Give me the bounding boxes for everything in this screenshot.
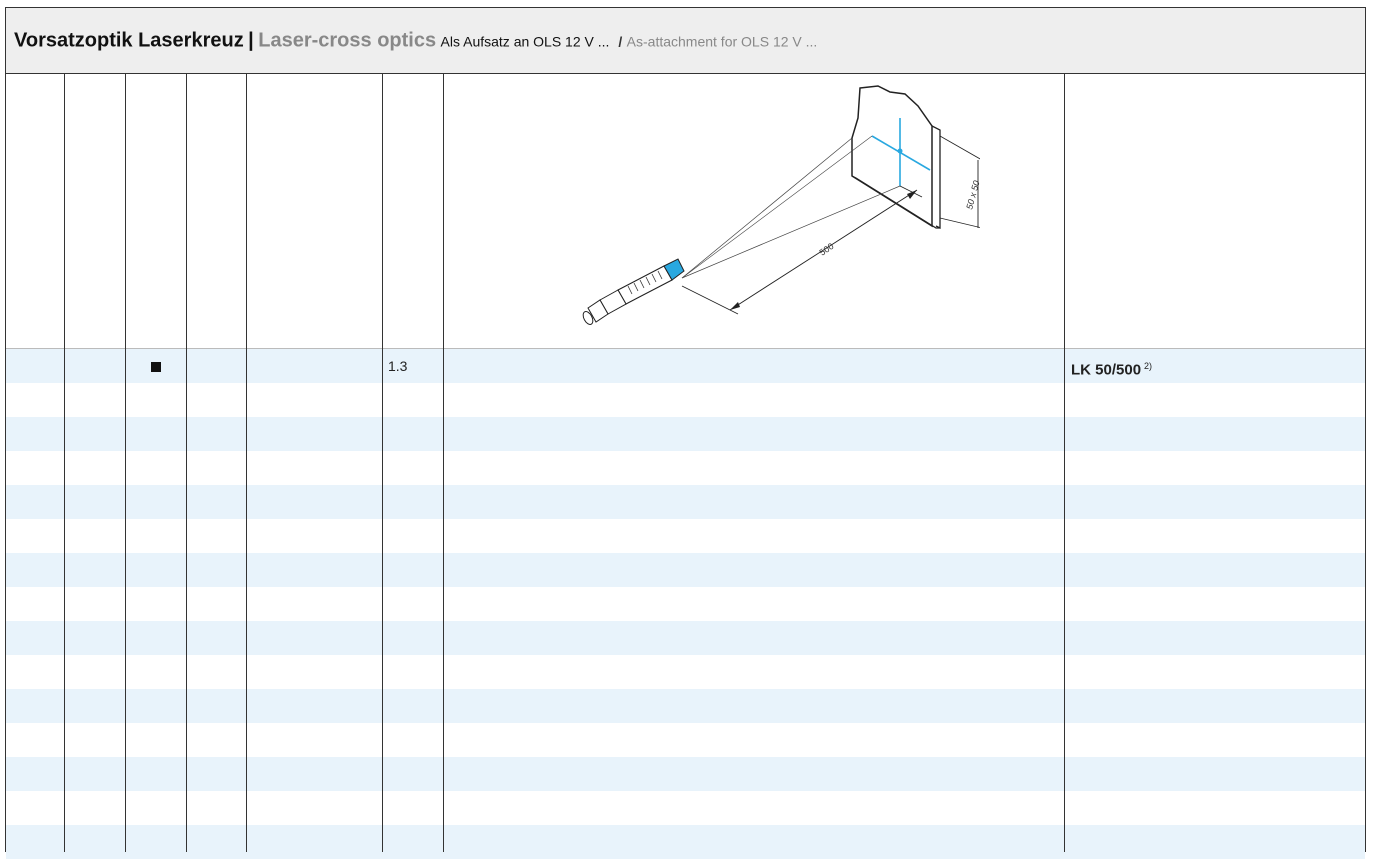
row-value: 1.3 [388,358,408,374]
datasheet-page: Vorsatzoptik Laserkreuz | Laser-cross op… [0,0,1373,859]
product-code-cell: LK 50/500 2) [1071,349,1152,388]
sensor-icon [582,258,685,325]
laser-cross-drawing: 500 50 x 50 [582,85,980,325]
footnote-ref: 2) [1144,361,1153,371]
product-code: LK 50/500 [1071,361,1142,379]
availability-marker [151,362,161,372]
